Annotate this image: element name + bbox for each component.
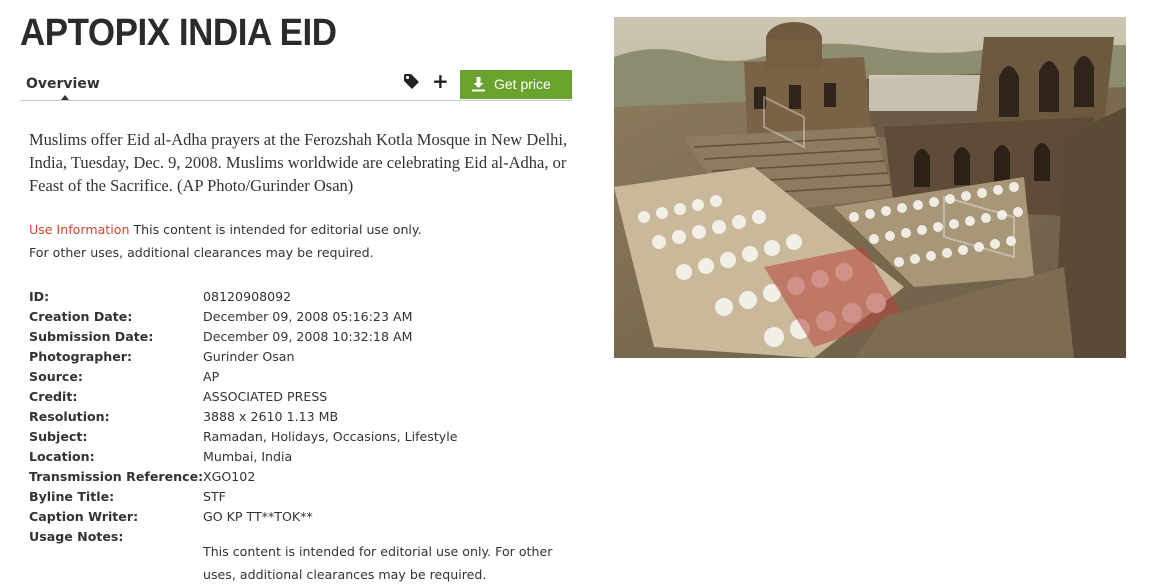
- metadata-value: Mumbai, India: [203, 449, 293, 464]
- metadata-label: Source:: [29, 369, 83, 384]
- download-icon: [472, 77, 485, 92]
- metadata-value: December 09, 2008 05:16:23 AM: [203, 309, 413, 324]
- tab-bar: Overview + Get price: [20, 70, 572, 101]
- caption: Muslims offer Eid al-Adha prayers at the…: [29, 130, 568, 195]
- usage-notes-value: This content is intended for editorial u…: [203, 544, 553, 582]
- metadata-value: December 09, 2008 10:32:18 AM: [203, 329, 413, 344]
- use-information-link[interactable]: Use Information: [29, 222, 129, 237]
- metadata-value: AP: [203, 369, 220, 384]
- metadata-label: Creation Date:: [29, 309, 133, 324]
- active-tab-indicator: [61, 95, 69, 100]
- metadata-label: Usage Notes:: [29, 529, 124, 544]
- tab-overview[interactable]: Overview: [26, 76, 100, 92]
- metadata-label: Transmission Reference:: [29, 469, 204, 484]
- metadata-label: Submission Date:: [29, 329, 154, 344]
- metadata-value: 3888 x 2610 1.13 MB: [203, 409, 339, 424]
- metadata-value: Gurinder Osan: [203, 349, 295, 364]
- metadata-label: Credit:: [29, 389, 78, 404]
- metadata-value: XGO102: [203, 469, 256, 484]
- photo-preview[interactable]: [614, 17, 1126, 358]
- metadata-label: Photographer:: [29, 349, 133, 364]
- metadata-label: Resolution:: [29, 409, 110, 424]
- metadata-label: Byline Title:: [29, 489, 115, 504]
- metadata-value: ASSOCIATED PRESS: [203, 389, 328, 404]
- plus-icon[interactable]: +: [432, 70, 449, 92]
- use-information-text: This content is intended for editorial u…: [129, 222, 422, 237]
- metadata-value: STF: [203, 489, 226, 504]
- metadata-label: Subject:: [29, 429, 88, 444]
- metadata-label: Caption Writer:: [29, 509, 139, 524]
- metadata-value: Ramadan, Holidays, Occasions, Lifestyle: [203, 429, 458, 444]
- use-information-text-2: For other uses, additional clearances ma…: [29, 245, 374, 260]
- metadata-value: GO KP TT**TOK**: [203, 509, 313, 524]
- tag-icon[interactable]: [403, 73, 421, 91]
- get-price-label: Get price: [494, 76, 551, 92]
- metadata-label: ID:: [29, 289, 50, 304]
- metadata-value: 08120908092: [203, 289, 292, 304]
- metadata-label: Location:: [29, 449, 95, 464]
- page-title: APTOPIX INDIA EID: [20, 12, 337, 54]
- get-price-button[interactable]: Get price: [460, 70, 572, 99]
- use-information: Use Information This content is intended…: [29, 218, 574, 264]
